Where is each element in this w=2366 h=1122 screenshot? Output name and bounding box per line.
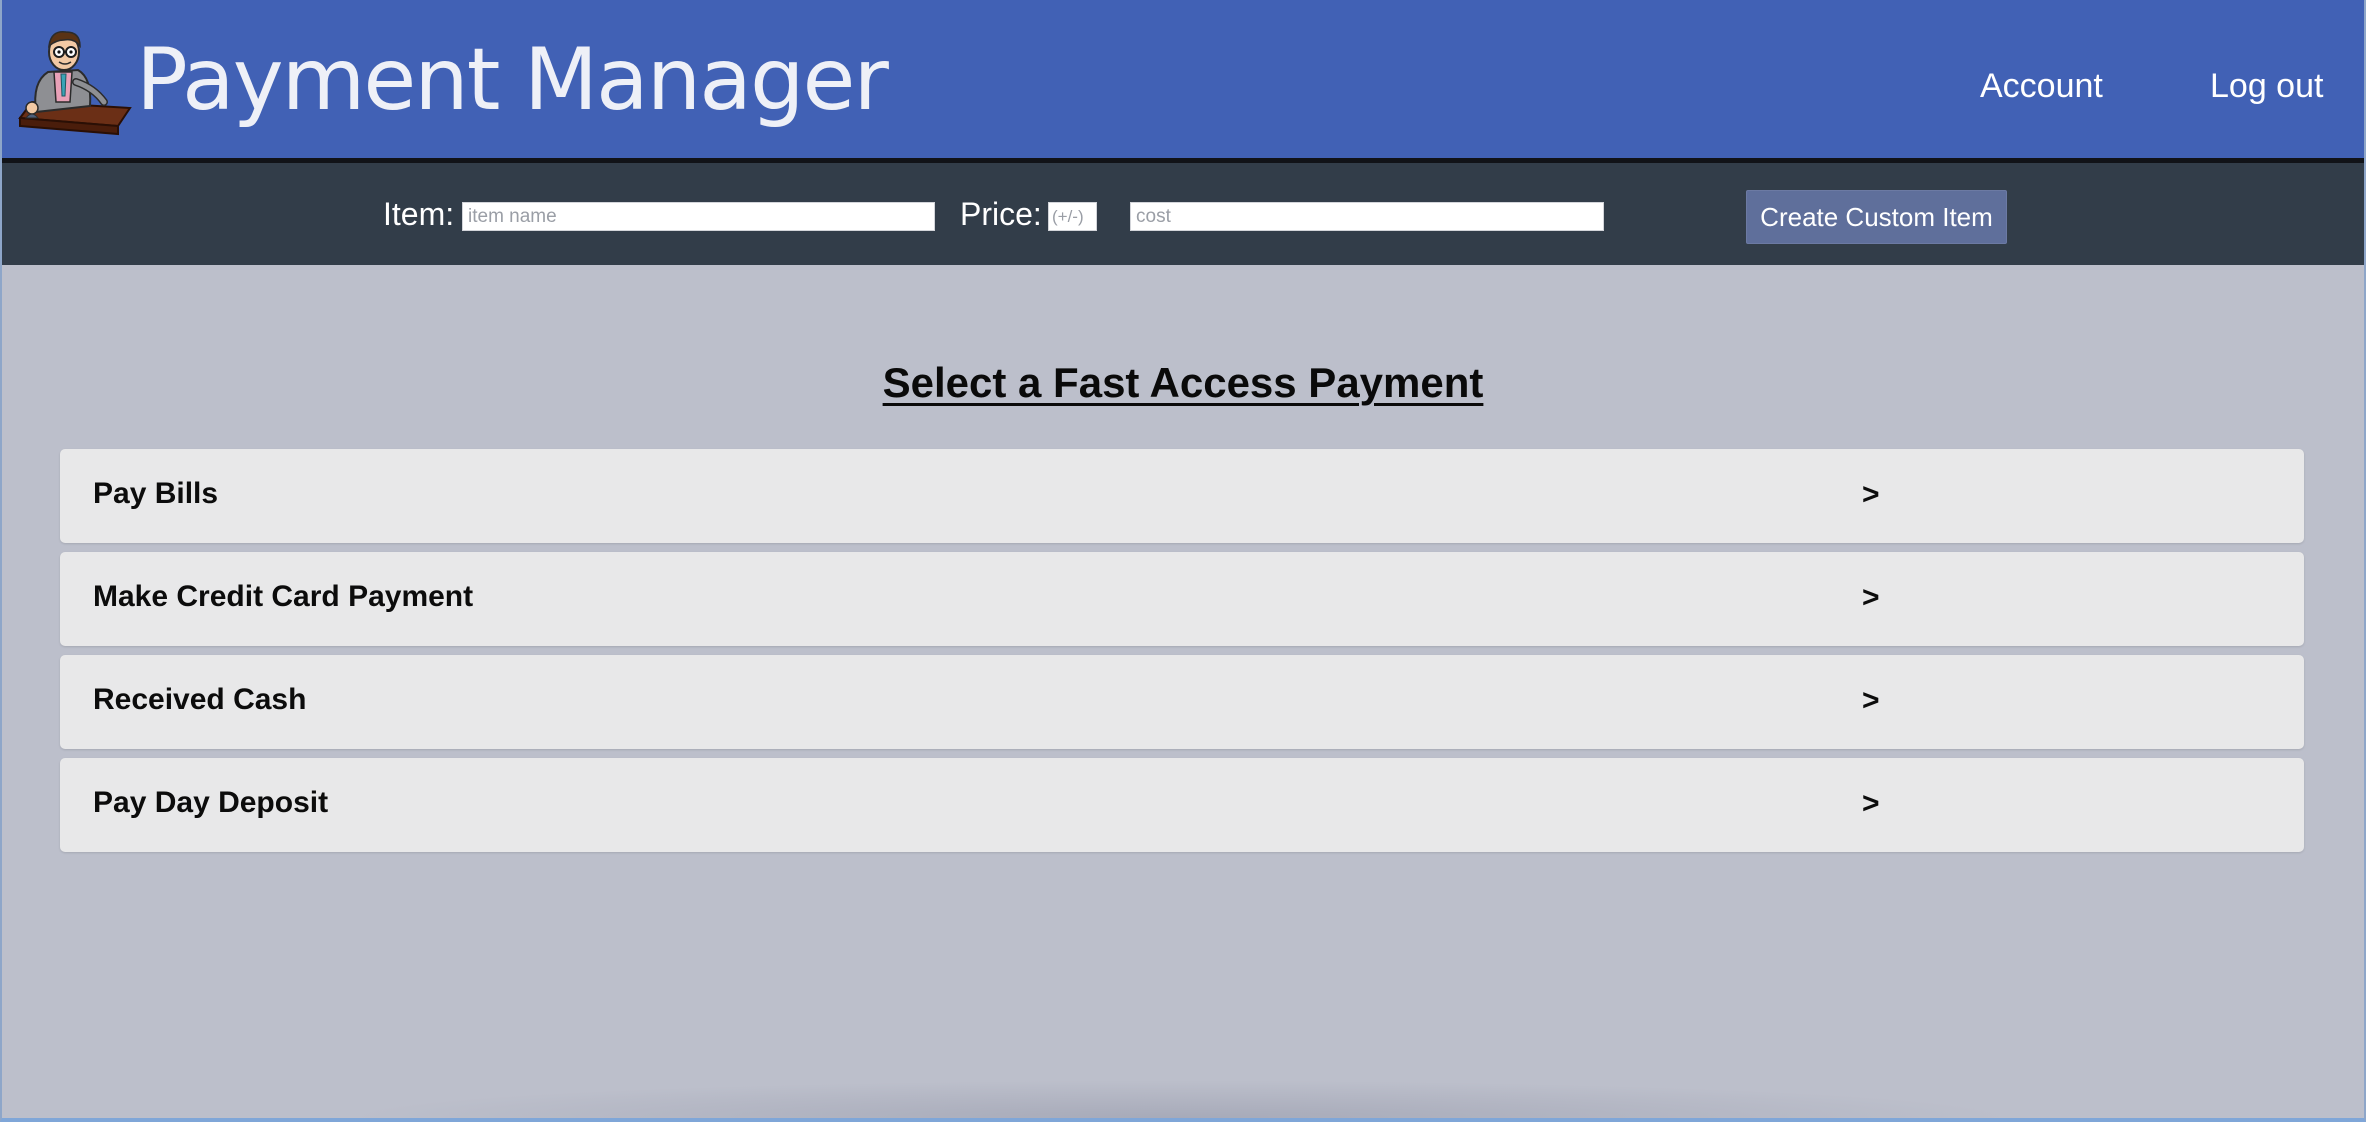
- create-custom-item-button[interactable]: Create Custom Item: [1746, 190, 2007, 244]
- payment-item-label: Pay Day Deposit: [93, 786, 329, 819]
- app-title: Payment Manager: [136, 30, 889, 130]
- payment-item-pay-bills[interactable]: Pay Bills >: [60, 449, 2304, 543]
- price-label: Price:: [960, 196, 1042, 232]
- item-label: Item:: [383, 196, 455, 232]
- chevron-right-icon: >: [1862, 581, 1880, 614]
- price-sign-input[interactable]: [1048, 202, 1097, 231]
- cartoon-clerk-logo-icon: [18, 22, 134, 136]
- app-header: Payment Manager Account Log out: [0, 0, 2366, 163]
- chevron-right-icon: >: [1862, 684, 1880, 717]
- custom-item-toolbar: Item: Price: Create Custom Item: [0, 163, 2366, 265]
- payment-item-make-credit-card-payment[interactable]: Make Credit Card Payment >: [60, 552, 2304, 646]
- account-link[interactable]: Account: [1980, 66, 2103, 106]
- item-name-input[interactable]: [462, 202, 935, 231]
- payment-item-received-cash[interactable]: Received Cash >: [60, 655, 2304, 749]
- chevron-right-icon: >: [1862, 787, 1880, 820]
- cost-input[interactable]: [1130, 202, 1604, 231]
- payment-item-label: Pay Bills: [93, 477, 219, 510]
- payment-item-label: Make Credit Card Payment: [93, 580, 474, 613]
- logout-link[interactable]: Log out: [2210, 66, 2323, 106]
- section-title: Select a Fast Access Payment: [882, 359, 1484, 406]
- chevron-right-icon: >: [1862, 478, 1880, 511]
- fast-access-payment-list: Pay Bills > Make Credit Card Payment > R…: [60, 449, 2304, 861]
- bottom-shadow: [340, 1080, 2020, 1118]
- payment-item-pay-day-deposit[interactable]: Pay Day Deposit >: [60, 758, 2304, 852]
- payment-item-label: Received Cash: [93, 683, 307, 716]
